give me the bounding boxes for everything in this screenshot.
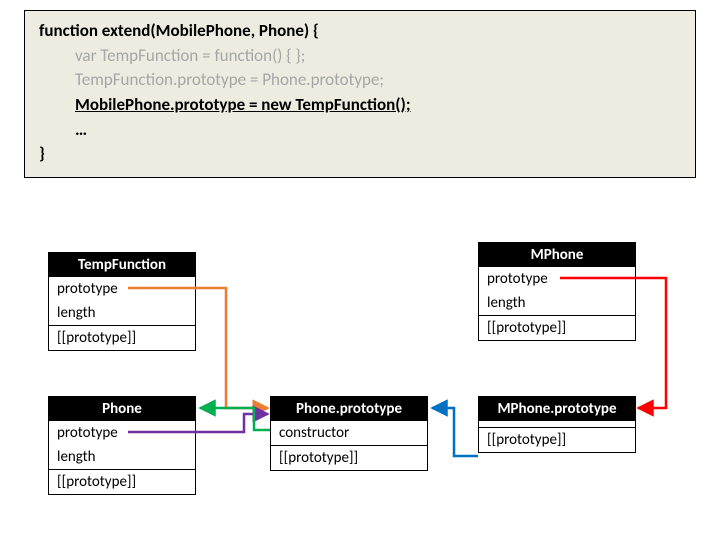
code-line-sig: function extend(MobilePhone, Phone) { bbox=[39, 20, 319, 41]
box-mphone-header: MPhone bbox=[479, 243, 635, 267]
box-mphone-prototype-header: MPhone.prototype bbox=[479, 397, 635, 421]
code-line-1: var TempFunction = function() { }; bbox=[75, 45, 305, 66]
box-tempfunction-prototype: prototype bbox=[49, 277, 195, 301]
box-mphone-prototype-proto-internal: [[prototype]] bbox=[479, 427, 635, 452]
box-phone-prototype: prototype bbox=[49, 421, 195, 445]
box-phone-prototype-header: Phone.prototype bbox=[271, 397, 427, 421]
code-line-close: } bbox=[39, 143, 45, 164]
box-phone: Phone prototype length [[prototype]] bbox=[48, 396, 196, 495]
box-phone-prototype-proto-internal: [[prototype]] bbox=[271, 445, 427, 470]
box-tempfunction-proto-internal: [[prototype]] bbox=[49, 325, 195, 350]
arrow-blue bbox=[432, 408, 478, 456]
box-tempfunction-header: TempFunction bbox=[49, 253, 195, 277]
box-tempfunction-length: length bbox=[49, 301, 195, 325]
code-snippet: function extend(MobilePhone, Phone) { va… bbox=[24, 10, 696, 178]
code-line-3: MobilePhone.prototype = new TempFunction… bbox=[75, 94, 411, 115]
box-mphone-length: length bbox=[479, 291, 635, 315]
box-mphone: MPhone prototype length [[prototype]] bbox=[478, 242, 636, 341]
box-mphone-prototype: prototype bbox=[479, 267, 635, 291]
box-phone-proto-internal: [[prototype]] bbox=[49, 469, 195, 494]
code-line-2: TempFunction.prototype = Phone.prototype… bbox=[75, 69, 384, 90]
arrow-green bbox=[200, 408, 270, 430]
box-mphone-proto-internal: [[prototype]] bbox=[479, 315, 635, 340]
box-phone-prototype-constructor: constructor bbox=[271, 421, 427, 445]
box-tempfunction: TempFunction prototype length [[prototyp… bbox=[48, 252, 196, 351]
box-phone-prototype: Phone.prototype constructor [[prototype]… bbox=[270, 396, 428, 471]
box-phone-header: Phone bbox=[49, 397, 195, 421]
code-line-dots: … bbox=[75, 119, 87, 140]
box-mphone-prototype: MPhone.prototype [[prototype]] bbox=[478, 396, 636, 453]
box-phone-length: length bbox=[49, 445, 195, 469]
